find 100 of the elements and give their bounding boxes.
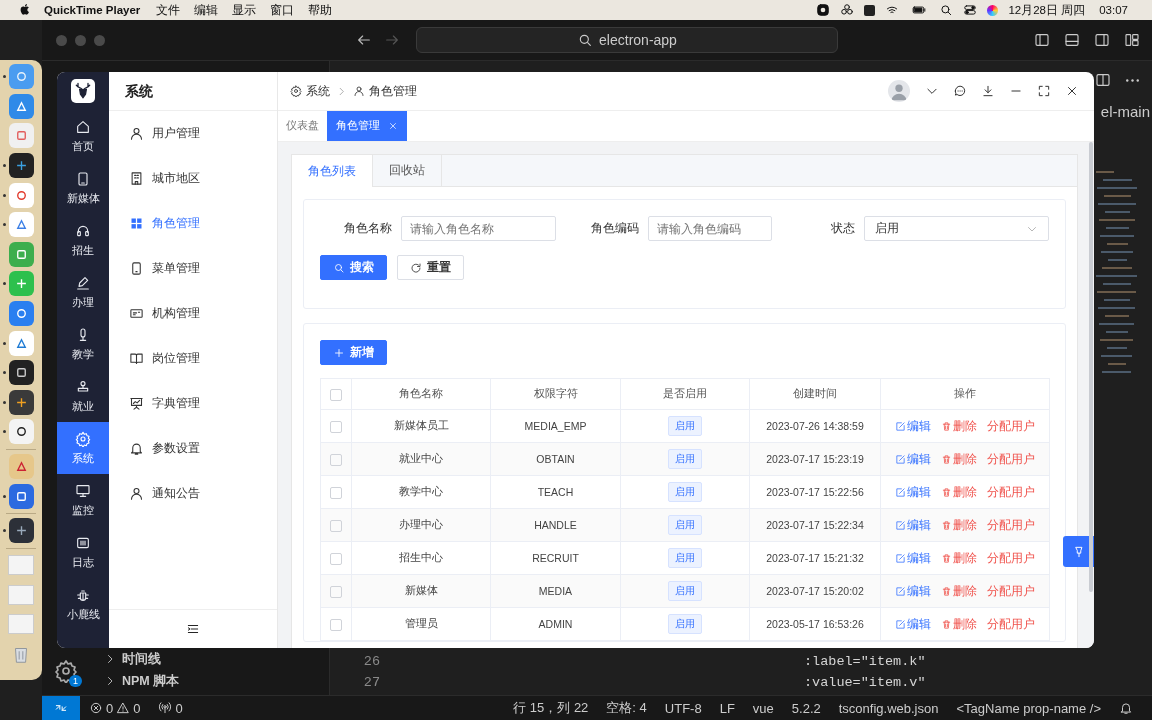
checkbox[interactable] [330, 388, 342, 401]
menu-clock[interactable]: 03:07 [1099, 4, 1128, 16]
edit-link[interactable]: 编辑 [895, 583, 931, 599]
assign-link[interactable]: 分配用户 [987, 418, 1035, 434]
menu-item[interactable]: 用户管理 [109, 111, 277, 156]
menu-item[interactable]: 窗口 [270, 2, 295, 18]
command-center[interactable]: electron-app [416, 27, 838, 53]
remote-button[interactable] [42, 696, 80, 720]
circles-icon [840, 3, 855, 17]
window-control[interactable] [56, 34, 67, 46]
checkbox[interactable] [330, 420, 342, 433]
avatar[interactable] [888, 80, 910, 102]
status-item[interactable]: 行 15，列 22 [504, 699, 598, 717]
scrollbar-thumb[interactable] [1089, 142, 1093, 592]
edit-link[interactable]: 编辑 [895, 517, 931, 533]
nav-item[interactable]: 新媒体 [57, 162, 109, 214]
delete-link[interactable]: 删除 [941, 484, 977, 500]
add-button[interactable]: 新增 [320, 340, 387, 365]
nav-item[interactable]: 就业 [57, 370, 109, 422]
app-icon[interactable] [8, 153, 34, 179]
status-item[interactable]: tsconfig.web.json [829, 700, 948, 716]
delete-link[interactable]: 删除 [941, 418, 977, 434]
reset-button[interactable]: 重置 [397, 255, 464, 280]
window-control[interactable] [75, 34, 86, 46]
app-icon[interactable] [8, 518, 34, 544]
checkbox[interactable] [330, 552, 342, 565]
checkbox[interactable] [330, 618, 342, 631]
window-thumbnail[interactable] [8, 584, 34, 605]
delete-link[interactable]: 删除 [941, 550, 977, 566]
menu-item[interactable]: 菜单管理 [109, 246, 277, 291]
tab[interactable]: 回收站 [373, 155, 442, 186]
window-control[interactable] [94, 34, 105, 46]
edit-link[interactable]: 编辑 [895, 451, 931, 467]
menu-item[interactable]: 文件 [156, 2, 181, 18]
breadcrumb-item[interactable]: 系统 [290, 82, 330, 100]
ports-button[interactable]: 0 [149, 700, 192, 716]
back-button[interactable] [356, 32, 372, 48]
sidebar-section[interactable]: 时间线 [104, 648, 329, 670]
app-icon[interactable] [8, 419, 34, 445]
tab[interactable]: 角色列表 [292, 155, 373, 187]
assign-link[interactable]: 分配用户 [987, 484, 1035, 500]
checkbox[interactable] [330, 453, 342, 466]
assign-link[interactable]: 分配用户 [987, 616, 1035, 632]
status-item[interactable]: UTF-8 [655, 700, 711, 716]
input-source-icon[interactable] [864, 4, 876, 16]
menu-item[interactable]: 帮助 [308, 2, 333, 18]
status-item[interactable]: vue [743, 700, 783, 716]
app-icon[interactable] [8, 360, 34, 386]
menu-item[interactable]: 显示 [232, 2, 257, 18]
status-item[interactable]: LF [710, 700, 744, 716]
nav-item[interactable]: 小鹿线 [57, 578, 109, 630]
page-tab[interactable]: 仪表盘 [284, 111, 321, 141]
nav-item[interactable]: 系统 [57, 422, 109, 474]
menu-item[interactable]: 角色管理 [109, 201, 277, 246]
status-item[interactable]: <TagName prop-name /> [947, 700, 1110, 716]
nav-item[interactable]: 监控 [57, 474, 109, 526]
edit-link[interactable]: 编辑 [895, 484, 931, 500]
nav-item[interactable]: 办理 [57, 266, 109, 318]
checkbox[interactable] [330, 519, 342, 532]
problems-button[interactable]: 0 0 [80, 700, 150, 716]
menu-item[interactable]: 通知公告 [109, 471, 277, 516]
delete-link[interactable]: 删除 [941, 517, 977, 533]
collapse-button[interactable] [186, 622, 200, 636]
breadcrumb-item[interactable]: el-main [1100, 102, 1150, 120]
nav-item[interactable]: 首页 [57, 110, 109, 162]
app-menu[interactable]: QuickTime Player [44, 4, 141, 16]
search-button[interactable]: 搜索 [320, 255, 387, 280]
edit-link[interactable]: 编辑 [895, 418, 931, 434]
app-icon[interactable] [8, 389, 34, 415]
checkbox[interactable] [330, 585, 342, 598]
menu-item[interactable]: 参数设置 [109, 426, 277, 471]
edit-link[interactable]: 编辑 [895, 550, 931, 566]
input-field[interactable]: 请输入角色编码 [648, 216, 772, 241]
window-thumbnail[interactable] [8, 614, 34, 635]
nav-item[interactable]: 日志 [57, 526, 109, 578]
menu-item[interactable]: 编辑 [194, 2, 219, 18]
menu-item[interactable]: 机构管理 [109, 291, 277, 336]
breadcrumb-item[interactable]: 角色管理 [353, 82, 417, 100]
delete-link[interactable]: 删除 [941, 583, 977, 599]
checkbox[interactable] [330, 486, 342, 499]
siri-icon[interactable] [987, 4, 999, 16]
nav-item[interactable]: 招生 [57, 214, 109, 266]
edit-link[interactable]: 编辑 [895, 616, 931, 632]
delete-link[interactable]: 删除 [941, 451, 977, 467]
menu-item[interactable]: 城市地区 [109, 156, 277, 201]
status-select[interactable]: 启用 [864, 216, 1049, 241]
sidebar-section[interactable]: NPM 脚本 [104, 670, 329, 692]
menu-item[interactable]: 字典管理 [109, 381, 277, 426]
page-tab[interactable]: 角色管理 [327, 111, 407, 141]
input-field[interactable]: 请输入角色名称 [401, 216, 556, 241]
status-item[interactable]: 空格: 4 [597, 699, 656, 717]
delete-link[interactable]: 删除 [941, 616, 977, 632]
apple-icon[interactable] [18, 3, 32, 17]
menu-date[interactable]: 12月28日 周四 [1008, 2, 1086, 18]
window-thumbnail[interactable] [8, 555, 34, 576]
nav-item[interactable]: 教学 [57, 318, 109, 370]
menu-item[interactable]: 岗位管理 [109, 336, 277, 381]
status-item[interactable]: 5.2.2 [782, 700, 830, 716]
forward-button[interactable] [384, 32, 400, 48]
assign-link[interactable]: 分配用户 [987, 550, 1035, 566]
